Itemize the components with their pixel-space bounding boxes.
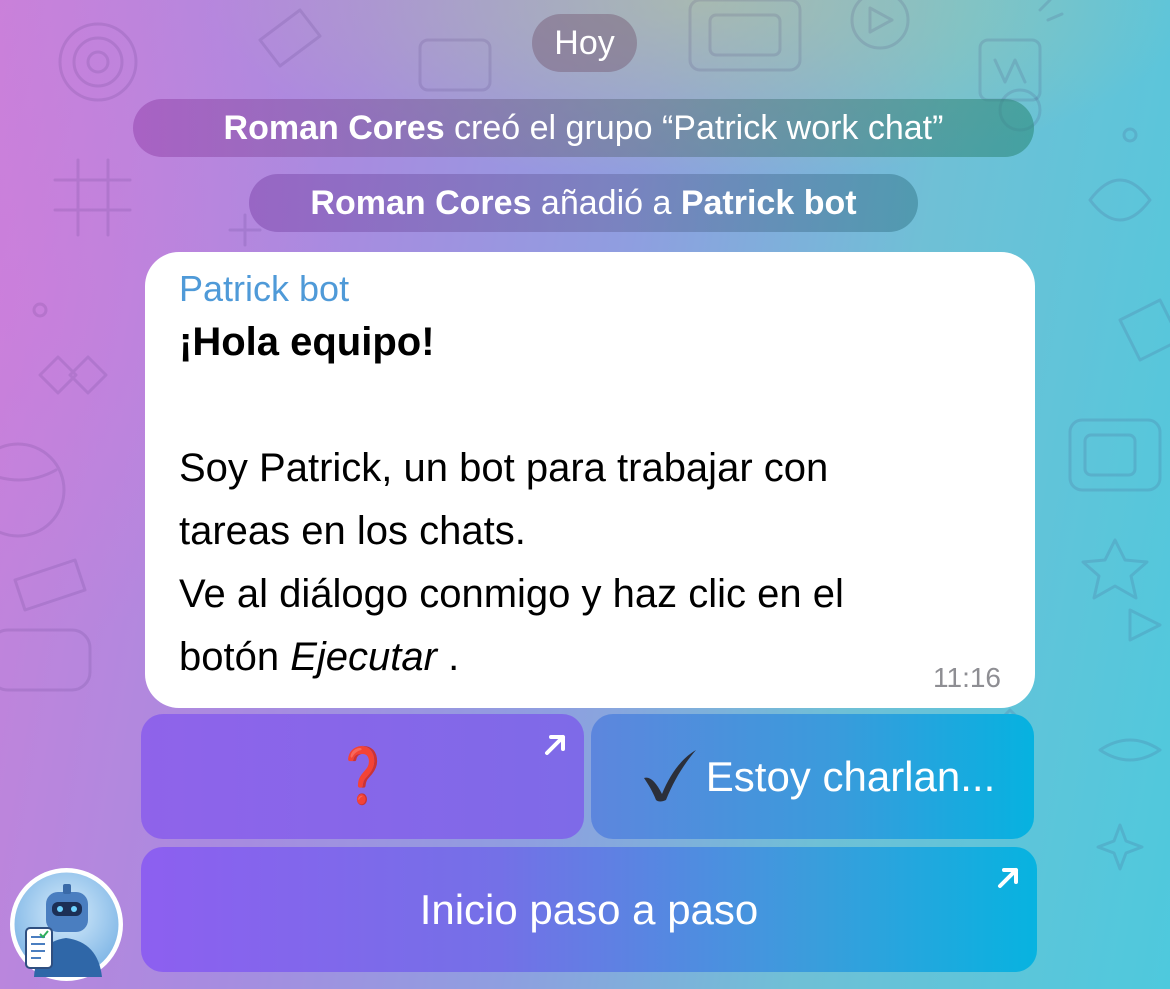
chatting-inline-button[interactable]: Estoy charlan... — [591, 714, 1034, 839]
check-mark-icon — [640, 748, 700, 804]
date-label: Hoy — [554, 24, 615, 62]
service-message-member-added: Roman Cores añadió a Patrick bot — [249, 174, 918, 232]
message-emphasis: Ejecutar — [290, 635, 437, 679]
message-greeting: ¡Hola equipo! — [179, 320, 435, 364]
service-message-text: creó el grupo “Patrick work chat” — [444, 109, 944, 147]
arrow-up-right-icon — [542, 732, 568, 758]
message-timestamp: 11:16 — [933, 662, 1001, 693]
start-button-label: Inicio paso a paso — [419, 886, 759, 933]
service-message-text: añadió a — [531, 184, 681, 222]
message-line: Soy Patrick, un bot para trabajar con — [179, 446, 829, 490]
message-line: Ve al diálogo conmigo y haz clic en el — [179, 572, 844, 616]
chatting-button-label: Estoy charlan... — [705, 753, 996, 800]
message-sender-name[interactable]: Patrick bot — [179, 267, 1001, 311]
message-line-start: botón — [179, 635, 291, 679]
service-actor-name[interactable]: Roman Cores — [224, 109, 445, 147]
date-separator: Hoy — [532, 14, 637, 72]
service-actor-name[interactable]: Roman Cores — [310, 184, 531, 222]
service-target-name[interactable]: Patrick bot — [681, 184, 857, 222]
robot-avatar-icon — [14, 872, 119, 977]
message-line-end: . — [436, 635, 460, 679]
message-bubble[interactable]: Patrick bot ¡Hola equipo! Soy Patrick, u… — [145, 252, 1035, 708]
step-by-step-start-button[interactable]: Inicio paso a paso — [141, 847, 1037, 972]
service-message-group-created: Roman Cores creó el grupo “Patrick work … — [133, 99, 1034, 157]
question-mark-icon: ❓ — [333, 746, 392, 806]
message-line: botón Ejecutar . — [179, 626, 1001, 689]
help-inline-button[interactable]: ❓ — [141, 714, 584, 839]
message-line: tareas en los chats. — [179, 509, 526, 553]
arrow-up-right-icon — [995, 865, 1021, 891]
message-text: ¡Hola equipo! Soy Patrick, un bot para t… — [179, 311, 1001, 689]
bot-avatar[interactable] — [10, 868, 123, 981]
